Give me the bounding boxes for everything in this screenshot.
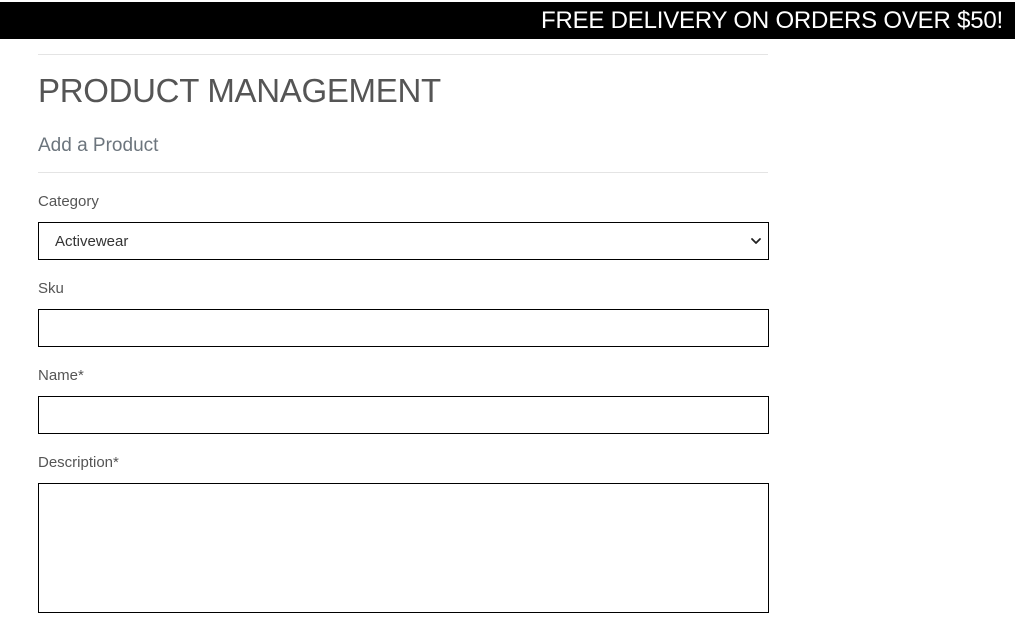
category-field-group: Category Activewear	[38, 192, 769, 260]
name-field-wrapper	[38, 396, 769, 434]
name-field-group: Name*	[38, 366, 769, 434]
sku-field-wrapper	[38, 309, 769, 347]
top-divider	[38, 54, 768, 55]
name-label: Name*	[38, 367, 84, 384]
category-label: Category	[38, 193, 99, 210]
section-title: Add a Product	[38, 135, 159, 156]
category-selected-value: Activewear	[55, 232, 129, 250]
sku-label: Sku	[38, 280, 64, 297]
chevron-down-icon	[751, 238, 761, 244]
category-select[interactable]: Activewear	[38, 222, 769, 260]
description-label: Description*	[38, 454, 119, 471]
description-field-group: Description*	[38, 453, 769, 613]
sku-input[interactable]	[39, 310, 768, 346]
sku-field-group: Sku	[38, 279, 769, 347]
free-delivery-banner: FREE DELIVERY ON ORDERS OVER $50!	[0, 2, 1015, 39]
name-input[interactable]	[39, 397, 768, 433]
product-management-content: PRODUCT MANAGEMENT Add a Product Categor…	[38, 39, 769, 613]
description-textarea[interactable]	[39, 484, 768, 612]
banner-text: FREE DELIVERY ON ORDERS OVER $50!	[541, 7, 1003, 34]
page-title: PRODUCT MANAGEMENT	[38, 72, 441, 109]
section-divider	[38, 172, 768, 173]
